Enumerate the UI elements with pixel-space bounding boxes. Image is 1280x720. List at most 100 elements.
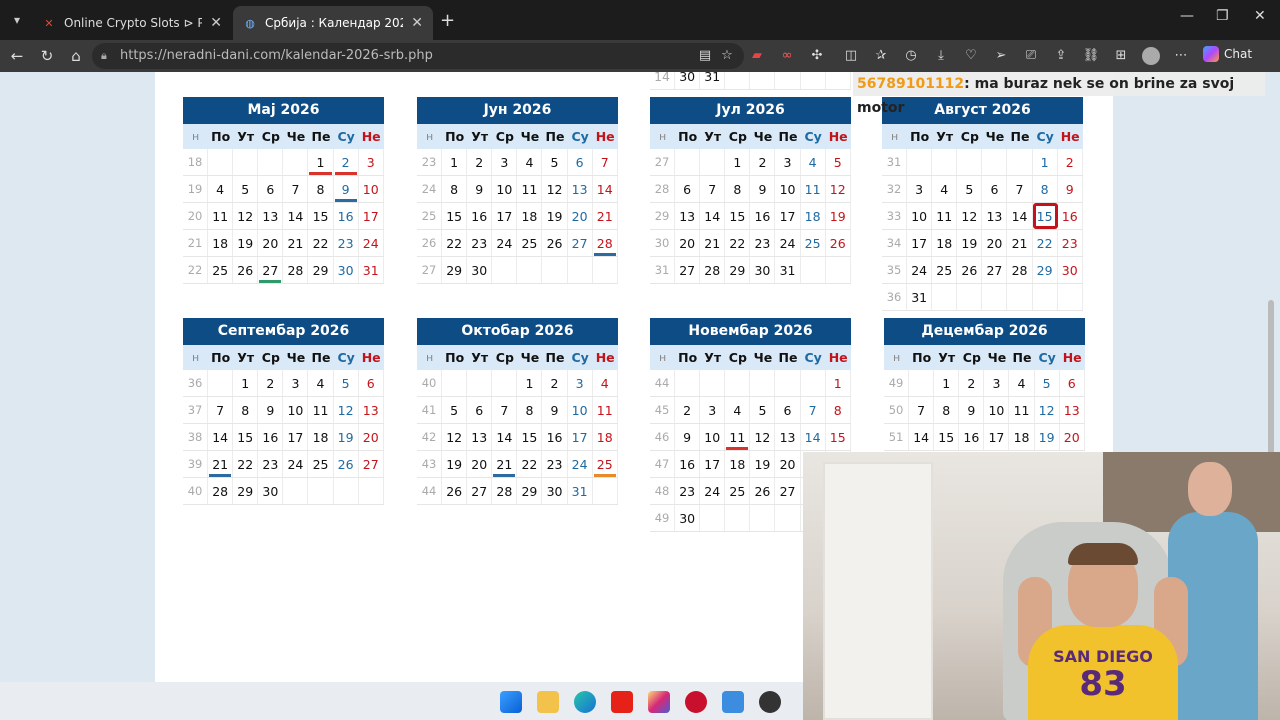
screenshot-icon[interactable]: ⎚ [1022, 47, 1040, 65]
split-screen-icon[interactable]: ◫ [842, 47, 860, 65]
day-cell [700, 505, 726, 531]
week-row: 19 4 5 6 7 8 9 10 [183, 176, 384, 203]
history-icon[interactable]: ◷ [902, 47, 920, 65]
week-number: 23 [417, 149, 443, 175]
health-icon[interactable]: ♡ [962, 47, 980, 65]
windows-start-icon[interactable] [500, 691, 522, 713]
day-cell: 11 [725, 424, 751, 450]
day-cell: 21 [700, 230, 726, 256]
day-cell: 31 [907, 284, 933, 310]
notepad-icon[interactable] [722, 691, 744, 713]
weekday-header-row: н По Ут Ср Че Пе Су Не [417, 345, 618, 370]
week-number: 38 [183, 424, 209, 450]
day-cell: 22 [308, 230, 334, 256]
day-cell: 1 [826, 370, 851, 396]
day-cell [1058, 284, 1083, 310]
week-number: 44 [650, 370, 676, 396]
day-cell [517, 257, 543, 283]
day-cell: 7 [909, 397, 935, 423]
tab-actions-menu-icon[interactable]: ▾ [6, 9, 28, 31]
app-dark-icon[interactable] [759, 691, 781, 713]
tab-serbia-calendar[interactable]: ◍ Србија : Календар 2026 ✕ [233, 6, 433, 40]
weekday-label: Че [520, 350, 540, 365]
day-cell: 24 [492, 230, 518, 256]
copilot-chat-button[interactable]: Chat [1203, 46, 1252, 62]
extension-red-icon[interactable]: ▰ [748, 47, 766, 65]
reader-view-icon[interactable]: ▤ [696, 47, 714, 65]
day-cell [982, 284, 1008, 310]
weekday-label: Ср [261, 129, 280, 144]
edge-icon[interactable] [574, 691, 596, 713]
day-cell: 12 [1035, 397, 1060, 423]
day-cell: 28 [593, 230, 618, 256]
day-cell: 19 [750, 451, 776, 477]
day-cell: 5 [334, 370, 359, 396]
app-red-icon[interactable] [685, 691, 707, 713]
downloads-icon[interactable]: ⤓ [932, 47, 950, 65]
more-options-icon[interactable]: ⋯ [1172, 47, 1190, 65]
send-icon[interactable]: ➢ [992, 47, 1010, 65]
day-cell: 9 [750, 176, 776, 202]
favorites-icon[interactable]: ✰ [872, 47, 890, 65]
maximize-icon[interactable]: ❐ [1216, 8, 1229, 24]
weekday-label: Пе [545, 129, 565, 144]
day-cell: 2 [467, 149, 493, 175]
weekday-label: Су [804, 129, 822, 144]
extensions-puzzle-icon[interactable]: ✣ [808, 47, 826, 65]
month-title: Септембар 2026 [183, 318, 384, 345]
avatar[interactable] [1142, 47, 1160, 65]
back-icon[interactable]: ← [7, 46, 27, 66]
week-number: 48 [650, 478, 676, 504]
weekday-label: Су [1038, 350, 1056, 365]
close-tab-icon[interactable]: ✕ [210, 15, 222, 31]
weekday-label: Ср [495, 350, 514, 365]
tab-crypto-slots[interactable]: ✕ Online Crypto Slots ⊳ Play Crypto ✕ [32, 6, 232, 40]
weekday-label: По [912, 350, 932, 365]
day-cell: 16 [467, 203, 493, 229]
day-cell: 10 [700, 424, 726, 450]
instagram-icon[interactable] [648, 691, 670, 713]
day-cell: 16 [1058, 203, 1083, 229]
day-cell: 27 [775, 478, 801, 504]
weekday-label: Су [571, 350, 589, 365]
day-cell: 25 [725, 478, 751, 504]
day-cell: 20 [775, 451, 801, 477]
day-cell: 22 [1033, 230, 1058, 256]
day-cell [801, 257, 826, 283]
weekday-label: н [658, 351, 667, 364]
extension-link-icon[interactable]: ⛓ [1082, 47, 1100, 65]
collections-icon[interactable]: ⊞ [1112, 47, 1130, 65]
weekday-label: Су [1036, 129, 1054, 144]
file-explorer-icon[interactable] [537, 691, 559, 713]
close-tab-icon[interactable]: ✕ [411, 15, 423, 31]
day-cell [334, 478, 359, 504]
extension-infinity-icon[interactable]: ∞ [778, 47, 796, 65]
day-cell: 22 [725, 230, 751, 256]
weekday-label: н [892, 351, 901, 364]
week-row: 31 27 28 29 30 31 [650, 257, 851, 284]
week-row: 23 1 2 3 4 5 6 7 [417, 149, 618, 176]
week-number: 31 [650, 257, 676, 283]
day-cell: 1 [233, 370, 259, 396]
youtube-icon[interactable] [611, 691, 633, 713]
close-window-icon[interactable]: ✕ [1254, 8, 1266, 24]
minimize-icon[interactable]: — [1180, 8, 1194, 24]
head [1188, 462, 1232, 516]
new-tab-icon[interactable]: + [440, 10, 455, 31]
share-icon[interactable]: ⇪ [1052, 47, 1070, 65]
day-cell: 1 [725, 149, 751, 175]
day-cell: 27 [258, 257, 284, 283]
jersey: SAN DIEGO 83 [1028, 625, 1178, 720]
weekday-header-row: н По Ут Ср Че Пе Су Не [183, 124, 384, 149]
day-cell: 17 [984, 424, 1010, 450]
refresh-icon[interactable]: ↻ [37, 46, 57, 66]
day-cell: 11 [208, 203, 234, 229]
weekday-label: Пе [778, 350, 798, 365]
day-cell: 11 [517, 176, 543, 202]
home-icon[interactable]: ⌂ [66, 46, 86, 66]
day-cell [675, 149, 701, 175]
url-field[interactable]: 🔒︎ https://neradni-dani.com/kalendar-202… [92, 43, 744, 69]
favorite-star-icon[interactable]: ☆ [718, 47, 736, 65]
day-cell [826, 72, 851, 89]
week-row: 27 29 30 [417, 257, 618, 284]
